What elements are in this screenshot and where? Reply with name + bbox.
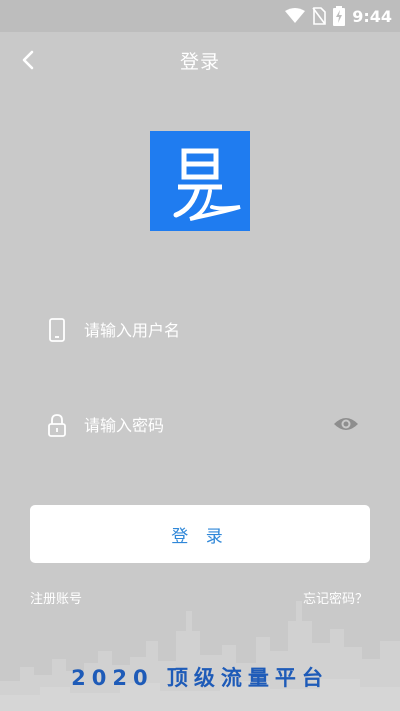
eye-icon[interactable] <box>332 413 360 435</box>
phone-icon <box>49 318 65 342</box>
lock-icon <box>48 414 66 437</box>
username-input[interactable] <box>84 314 324 346</box>
slogan-text: 2020 顶级流量平台 <box>71 666 329 690</box>
username-field <box>30 306 370 354</box>
battery-charging-icon <box>333 6 346 26</box>
password-field <box>30 401 370 449</box>
no-sim-icon <box>312 7 327 25</box>
page-title: 登录 <box>179 51 220 73</box>
brand-logo-icon <box>173 148 241 221</box>
status-time: 9:44 <box>352 6 392 26</box>
wifi-icon <box>285 8 306 23</box>
password-input[interactable] <box>84 409 324 441</box>
login-button[interactable]: 登 录 <box>30 505 370 563</box>
app-bar: 登录 <box>0 32 400 88</box>
status-bar: 9:44 <box>0 0 400 32</box>
app-logo <box>150 131 250 231</box>
status-icons: 9:44 <box>285 5 392 27</box>
